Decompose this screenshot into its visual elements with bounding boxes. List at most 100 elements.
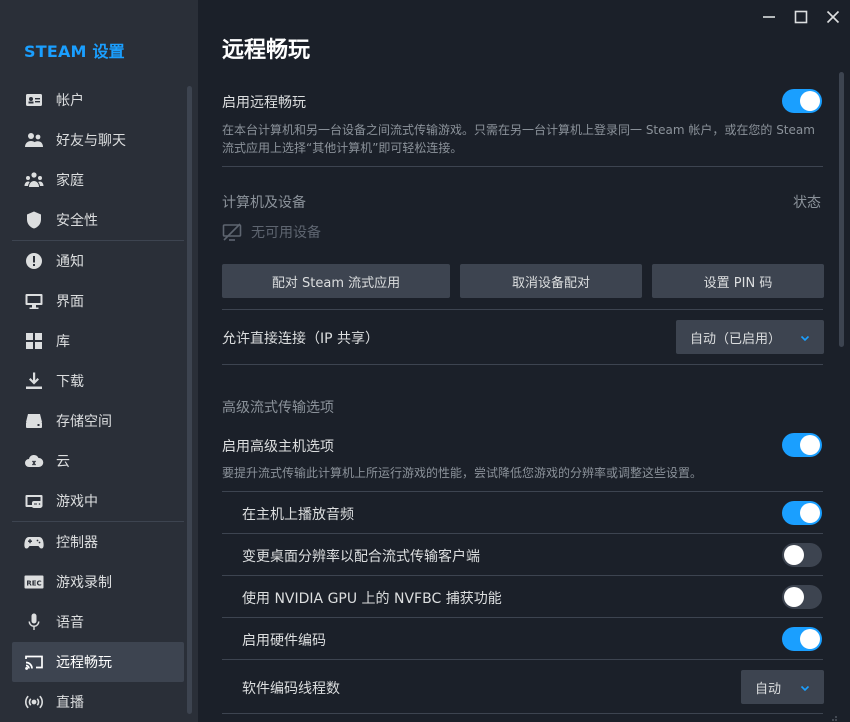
- divider: [222, 309, 823, 310]
- window-controls: [760, 8, 842, 26]
- sidebar-item-label: 好友与聊天: [56, 133, 126, 149]
- divider: [222, 491, 823, 492]
- no-devices-text: 无可用设备: [251, 225, 321, 241]
- sidebar-item-friends[interactable]: 好友与聊天: [12, 120, 184, 160]
- encoder-threads-dropdown[interactable]: 自动: [741, 670, 824, 704]
- enable-remote-play-label: 启用远程畅玩: [222, 95, 306, 111]
- sidebar-item-family[interactable]: 家庭: [12, 160, 184, 200]
- sidebar-item-security[interactable]: 安全性: [12, 200, 184, 240]
- toggle-knob: [800, 629, 820, 649]
- minimize-icon: [763, 16, 775, 18]
- pair-steam-link-button[interactable]: 配对 Steam 流式应用: [222, 264, 450, 298]
- toggle-knob: [800, 91, 820, 111]
- sidebar-item-remote-play[interactable]: 远程畅玩: [12, 642, 184, 682]
- sidebar-scrollbar[interactable]: [187, 86, 192, 714]
- sidebar-item-label: 界面: [56, 294, 84, 310]
- controller-icon: [24, 532, 44, 552]
- maximize-icon: [794, 10, 808, 24]
- sidebar-item-library[interactable]: 库: [12, 321, 184, 361]
- notification-icon: [24, 251, 44, 271]
- divider: [222, 533, 823, 534]
- sidebar-item-label: 下载: [56, 374, 84, 390]
- broadcast-icon: [24, 692, 44, 712]
- sidebar-item-storage[interactable]: 存储空间: [12, 401, 184, 441]
- sidebar-item-broadcast[interactable]: 直播: [12, 682, 184, 722]
- friends-icon: [24, 130, 44, 150]
- sidebar-item-label: 帐户: [56, 93, 84, 109]
- sidebar-item-ingame[interactable]: 游戏中: [12, 481, 184, 521]
- host-audio-toggle[interactable]: [782, 501, 822, 525]
- sidebar-item-voice[interactable]: 语音: [12, 602, 184, 642]
- divider: [222, 166, 823, 167]
- advanced-host-label: 启用高级主机选项: [222, 439, 334, 455]
- set-pin-button[interactable]: 设置 PIN 码: [652, 264, 824, 298]
- sidebar-item-label: 游戏录制: [56, 575, 112, 591]
- enable-remote-play-description: 在本台计算机和另一台设备之间流式传输游戏。只需在另一台计算机上登录同一 Stea…: [222, 123, 815, 155]
- toggle-knob: [800, 435, 820, 455]
- monitor-icon: [24, 291, 44, 311]
- maximize-button[interactable]: [792, 8, 810, 26]
- close-button[interactable]: [824, 8, 842, 26]
- divider: [222, 575, 823, 576]
- sidebar-item-label: 家庭: [56, 173, 84, 189]
- rec-badge-text: REC: [26, 579, 41, 587]
- divider: [222, 617, 823, 618]
- sidebar-item-label: 通知: [56, 254, 84, 270]
- sidebar-item-recording[interactable]: REC 游戏录制: [12, 562, 184, 602]
- chevron-down-icon: [800, 682, 810, 692]
- chevron-down-icon: [800, 332, 810, 342]
- direct-connect-label: 允许直接连接（IP 共享）: [222, 331, 380, 347]
- hardware-encoding-toggle[interactable]: [782, 627, 822, 651]
- sidebar-item-label: 云: [56, 454, 70, 470]
- sidebar-item-controller[interactable]: 控制器: [12, 522, 184, 562]
- page-title: 远程畅玩: [222, 38, 311, 63]
- no-device-icon: [222, 222, 242, 242]
- divider: [222, 713, 823, 714]
- sidebar-item-notifications[interactable]: 通知: [12, 241, 184, 281]
- shield-icon: [24, 210, 44, 230]
- ingame-icon: [24, 491, 44, 511]
- sidebar-item-label: 库: [56, 334, 70, 350]
- advanced-host-description: 要提升流式传输此计算机上所运行游戏的性能，尝试降低您游戏的分辨率或调整这些设置。: [222, 466, 703, 480]
- rec-icon: REC: [24, 572, 44, 592]
- advanced-section-header: 高级流式传输选项: [222, 400, 334, 416]
- enable-remote-play-toggle[interactable]: [782, 89, 822, 113]
- sidebar-item-interface[interactable]: 界面: [12, 281, 184, 321]
- main-scrollbar[interactable]: [839, 72, 844, 347]
- sidebar-item-cloud[interactable]: 云: [12, 441, 184, 481]
- minimize-button[interactable]: [760, 8, 778, 26]
- change-resolution-toggle[interactable]: [782, 543, 822, 567]
- dropdown-value: 自动: [755, 681, 782, 697]
- nvfbc-capture-toggle[interactable]: [782, 585, 822, 609]
- microphone-icon: [24, 612, 44, 632]
- hardware-encoding-label: 启用硬件编码: [242, 633, 326, 649]
- sidebar-item-label: 直播: [56, 695, 84, 711]
- sidebar-item-label: 安全性: [56, 213, 98, 229]
- unpair-devices-button[interactable]: 取消设备配对: [460, 264, 642, 298]
- sidebar-item-label: 远程畅玩: [56, 655, 112, 671]
- sidebar-item-label: 存储空间: [56, 414, 112, 430]
- divider: [222, 364, 823, 365]
- host-audio-label: 在主机上播放音频: [242, 507, 354, 523]
- sidebar-nav: 帐户 好友与聊天 家庭 安全性 通知 界面 库 下载 存储空间 云 游戏中 控制…: [12, 80, 184, 722]
- sidebar-item-label: 语音: [56, 615, 84, 631]
- nvfbc-capture-label: 使用 NVIDIA GPU 上的 NVFBC 捕获功能: [242, 591, 502, 607]
- change-resolution-label: 变更桌面分辨率以配合流式传输客户端: [242, 549, 480, 565]
- direct-connect-dropdown[interactable]: 自动（已启用）: [676, 320, 824, 354]
- devices-header: 计算机及设备: [222, 195, 306, 211]
- toggle-knob: [800, 503, 820, 523]
- cloud-icon: [24, 451, 44, 471]
- status-header: 状态: [793, 195, 821, 211]
- sidebar: STEAM 设置 帐户 好友与聊天 家庭 安全性 通知 界面 库 下载 存储空间…: [0, 0, 198, 722]
- sidebar-item-account[interactable]: 帐户: [12, 80, 184, 120]
- resize-grip-icon[interactable]: [828, 710, 838, 721]
- sidebar-title: STEAM 设置: [24, 42, 125, 61]
- toggle-knob: [784, 545, 804, 565]
- sidebar-item-label: 控制器: [56, 535, 98, 551]
- family-icon: [24, 170, 44, 190]
- sidebar-item-downloads[interactable]: 下载: [12, 361, 184, 401]
- download-icon: [24, 371, 44, 391]
- encoder-threads-label: 软件编码线程数: [242, 681, 340, 697]
- advanced-host-toggle[interactable]: [782, 433, 822, 457]
- cast-icon: [24, 652, 44, 672]
